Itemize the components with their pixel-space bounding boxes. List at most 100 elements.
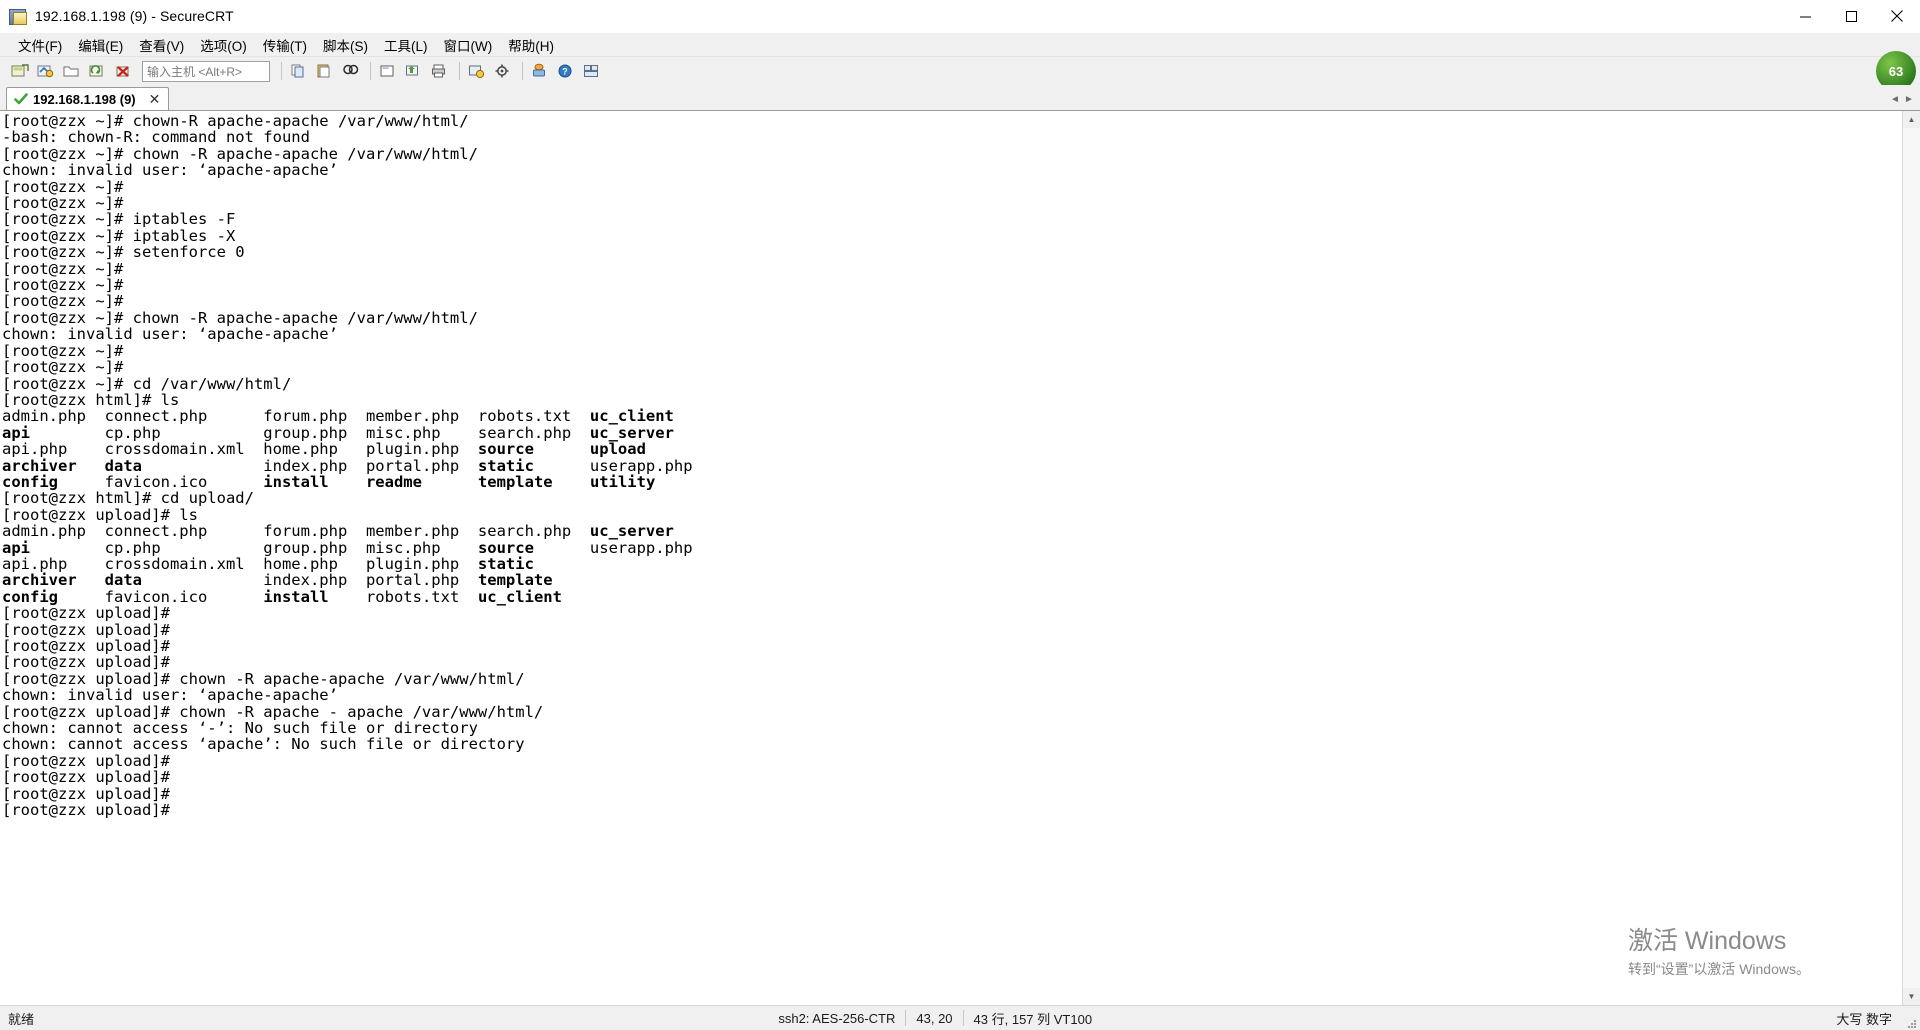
terminal-entry-file bbox=[77, 457, 105, 475]
terminal-area: [root@zzx ~]# chown-R apache-apache /var… bbox=[0, 110, 1920, 1005]
scrollbar-track[interactable] bbox=[1903, 128, 1920, 988]
terminal-line: [root@zzx upload]# bbox=[2, 620, 170, 639]
copy-icon[interactable] bbox=[287, 59, 311, 83]
scroll-up-icon[interactable]: ▲ bbox=[1903, 111, 1920, 128]
terminal-line: api.php crossdomain.xml home.php plugin.… bbox=[2, 556, 1902, 572]
terminal-entry-directory: uc_client bbox=[589, 407, 674, 426]
open-session-folder-icon[interactable] bbox=[60, 59, 84, 83]
status-keyboard-indicators: 大写 数字 bbox=[1836, 1011, 1893, 1027]
terminal-line: archiver data index.php portal.php templ… bbox=[2, 572, 1902, 588]
find-icon[interactable] bbox=[339, 59, 363, 83]
new-session-icon[interactable] bbox=[8, 59, 32, 83]
terminal-line: [root@zzx upload]# bbox=[2, 801, 170, 820]
print-icon[interactable] bbox=[428, 59, 452, 83]
reconnect-icon[interactable] bbox=[86, 59, 110, 83]
quick-host-input[interactable]: 输入主机 <Alt+R> bbox=[142, 60, 270, 82]
terminal-entry-file bbox=[553, 473, 590, 491]
terminal-entry-directory: install bbox=[263, 587, 329, 606]
session-tab-192-168-1-198[interactable]: 192.168.1.198 (9) ✕ bbox=[6, 87, 170, 110]
menu-help[interactable]: 帮助(H) bbox=[500, 33, 562, 57]
close-button[interactable] bbox=[1874, 0, 1920, 32]
terminal-line: [root@zzx ~]# bbox=[2, 259, 124, 278]
terminal-line: api.php crossdomain.xml home.php plugin.… bbox=[2, 441, 1902, 457]
terminal-entry-file: favicon.ico bbox=[58, 587, 264, 606]
maximize-button[interactable] bbox=[1828, 0, 1874, 32]
terminal-line: [root@zzx upload]# bbox=[2, 637, 170, 655]
menu-view[interactable]: 查看(V) bbox=[131, 33, 192, 57]
toolbar-separator-4 bbox=[522, 62, 523, 80]
help-icon[interactable]: ? bbox=[554, 59, 578, 83]
terminal-entry-directory: install bbox=[263, 472, 329, 491]
terminal-entry-file: index.php portal.php bbox=[141, 571, 478, 590]
global-options-icon[interactable] bbox=[491, 59, 515, 83]
menu-transfer[interactable]: 传输(T) bbox=[255, 33, 315, 57]
session-options-icon[interactable] bbox=[465, 59, 489, 83]
terminal-line: [root@zzx html]# ls bbox=[2, 390, 180, 409]
log-session-icon[interactable] bbox=[376, 59, 400, 83]
terminal-entry-file bbox=[329, 473, 366, 491]
terminal-scrollbar[interactable]: ▲ ▼ bbox=[1902, 111, 1920, 1005]
connected-check-icon bbox=[14, 92, 28, 106]
terminal-entry-directory: uc_server bbox=[589, 423, 674, 442]
terminal-entry-file: userapp.php bbox=[533, 538, 693, 557]
terminal-line: admin.php connect.php forum.php member.p… bbox=[2, 523, 1902, 539]
terminal-entry-directory: uc_client bbox=[477, 587, 562, 606]
svg-text:?: ? bbox=[562, 67, 568, 77]
menu-script[interactable]: 脚本(S) bbox=[315, 33, 376, 57]
disconnect-icon[interactable] bbox=[112, 59, 136, 83]
terminal-entry-directory: template bbox=[477, 571, 553, 590]
transfer-window-icon[interactable] bbox=[402, 59, 426, 83]
terminal-line: config favicon.ico install readme templa… bbox=[2, 474, 1902, 490]
terminal-line: [root@zzx ~]# iptables -X bbox=[2, 226, 236, 245]
status-cursor-position: 43, 20 bbox=[916, 1010, 953, 1026]
terminal-entry-file bbox=[422, 473, 478, 491]
quick-connect-icon[interactable] bbox=[34, 59, 58, 83]
terminal-line: api cp.php group.php misc.php source use… bbox=[2, 538, 1902, 557]
terminal-entry-directory: archiver bbox=[2, 456, 77, 475]
toolbar: 输入主机 <Alt+R> ? 63 bbox=[0, 51, 1920, 91]
securecrt-app-icon bbox=[9, 7, 27, 25]
terminal-line: [root@zzx ~]# bbox=[2, 341, 124, 360]
terminal-entry-file: api.php crossdomain.xml home.php plugin.… bbox=[2, 554, 478, 573]
terminal-line: [root@zzx ~]# iptables -F bbox=[2, 210, 236, 229]
terminal-entry-directory: static bbox=[477, 554, 534, 573]
terminal-entry-directory: readme bbox=[365, 472, 422, 491]
terminal-entry-file: admin.php connect.php forum.php member.p… bbox=[2, 522, 590, 541]
terminal-line: [root@zzx ~]# bbox=[2, 194, 124, 213]
tab-scroll-left-button[interactable]: ◄ bbox=[1888, 90, 1902, 108]
chat-window-icon[interactable] bbox=[528, 59, 552, 83]
status-encryption: ssh2: AES-256-CTR bbox=[778, 1010, 896, 1026]
window-resize-grip[interactable] bbox=[1902, 1006, 1918, 1030]
close-icon[interactable]: ✕ bbox=[147, 92, 163, 106]
menu-edit[interactable]: 编辑(E) bbox=[70, 33, 131, 57]
terminal-entry-directory: data bbox=[104, 571, 142, 590]
menu-file[interactable]: 文件(F) bbox=[10, 33, 70, 57]
tile-windows-icon[interactable] bbox=[580, 59, 604, 83]
terminal-output[interactable]: [root@zzx ~]# chown-R apache-apache /var… bbox=[0, 111, 1902, 1005]
status-terminal-dimensions: 43 行, 157 列 VT100 bbox=[973, 1011, 1093, 1027]
menu-options[interactable]: 选项(O) bbox=[192, 33, 255, 57]
terminal-line: [root@zzx ~]# bbox=[2, 276, 124, 295]
terminal-entry-file: admin.php connect.php forum.php member.p… bbox=[2, 407, 590, 426]
terminal-line: [root@zzx ~]# chown-R apache-apache /var… bbox=[2, 112, 469, 130]
minimize-button[interactable] bbox=[1782, 0, 1828, 32]
menu-tools[interactable]: 工具(L) bbox=[376, 33, 436, 57]
terminal-entry-file: cp.php group.php misc.php bbox=[30, 538, 478, 557]
terminal-entry-file: cp.php group.php misc.php search.php bbox=[30, 423, 590, 442]
terminal-entry-directory: archiver bbox=[2, 571, 77, 590]
status-bar: 就绪 ssh2: AES-256-CTR 43, 20 43 行, 157 列 … bbox=[0, 1005, 1920, 1030]
tab-scroll-right-button[interactable]: ► bbox=[1902, 90, 1916, 108]
terminal-line: [root@zzx html]# cd upload/ bbox=[2, 489, 254, 508]
terminal-line: [root@zzx ~]# setenforce 0 bbox=[2, 243, 245, 262]
terminal-entry-directory: source bbox=[477, 440, 534, 459]
terminal-line: [root@zzx upload]# bbox=[2, 751, 170, 770]
terminal-entry-file: robots.txt bbox=[328, 587, 478, 606]
toolbar-separator-3 bbox=[459, 62, 460, 80]
terminal-entry-directory: api bbox=[2, 538, 30, 557]
menu-window[interactable]: 窗口(W) bbox=[436, 33, 501, 57]
paste-icon[interactable] bbox=[313, 59, 337, 83]
scroll-down-icon[interactable]: ▼ bbox=[1903, 988, 1920, 1005]
terminal-line: chown: cannot access ‘apache’: No such f… bbox=[2, 735, 525, 754]
menu-bar: 文件(F) 编辑(E) 查看(V) 选项(O) 传输(T) 脚本(S) 工具(L… bbox=[0, 33, 1920, 57]
terminal-line: [root@zzx ~]# cd /var/www/html/ bbox=[2, 374, 292, 393]
